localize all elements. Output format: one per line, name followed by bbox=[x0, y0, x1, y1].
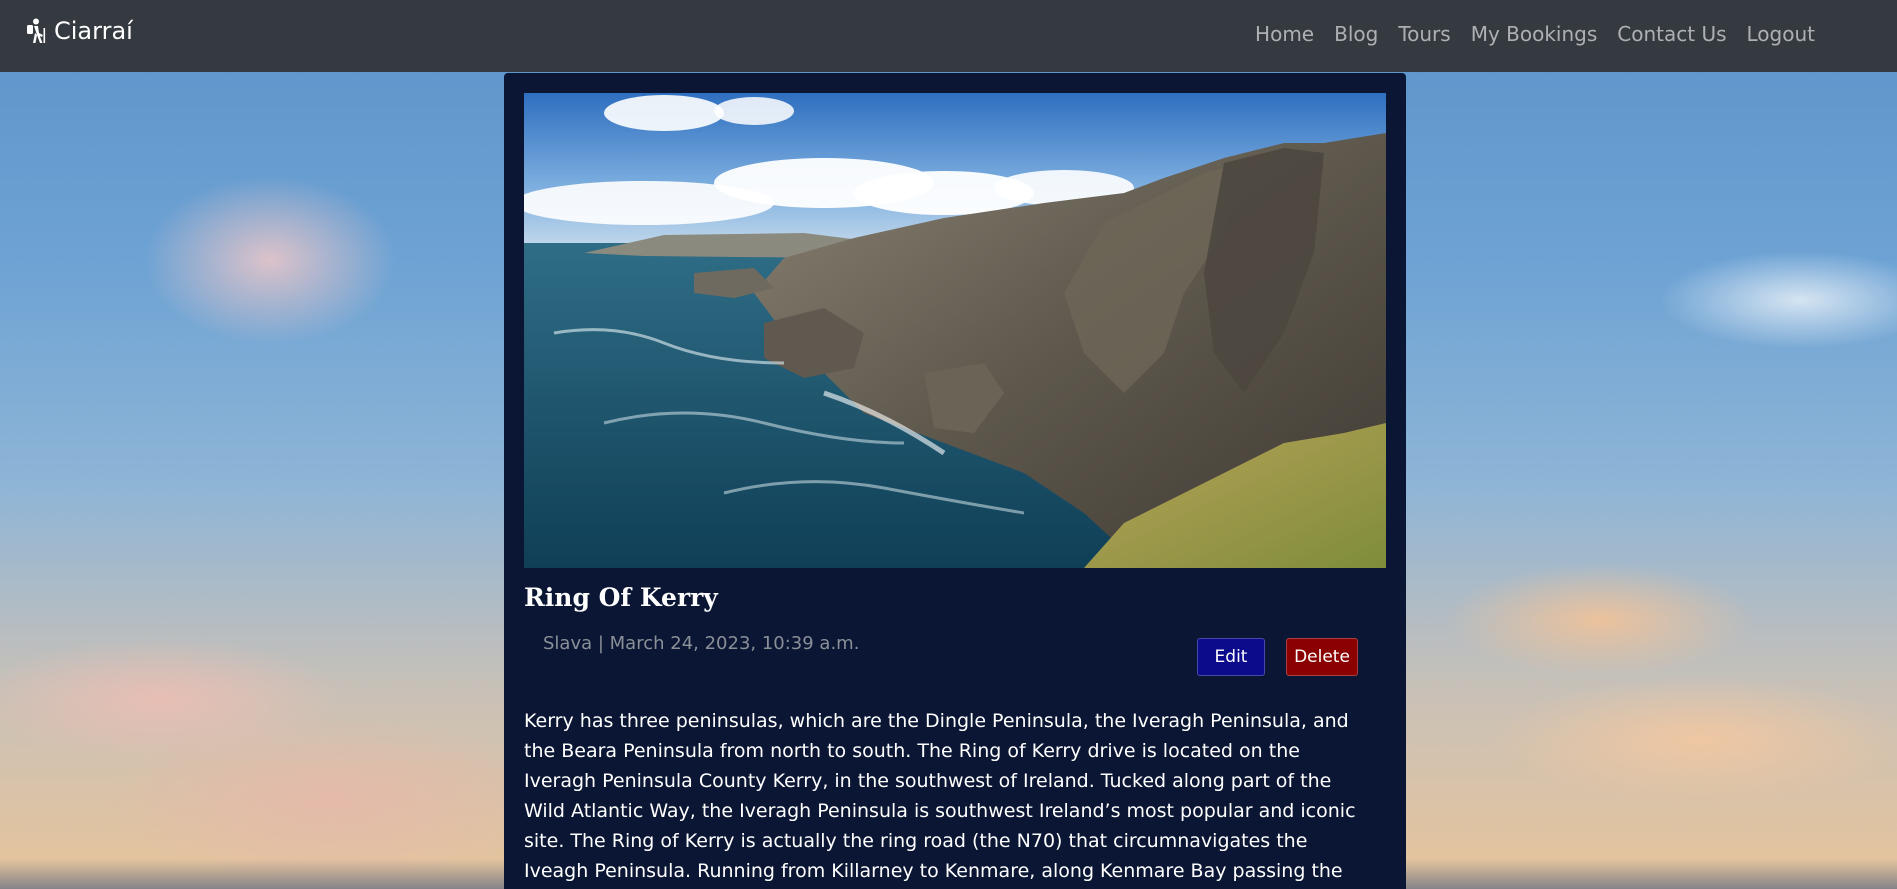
nav-link-logout[interactable]: Logout bbox=[1737, 20, 1825, 48]
post-card: Ring Of Kerry Slava | March 24, 2023, 10… bbox=[504, 73, 1406, 889]
post-title: Ring Of Kerry bbox=[524, 583, 718, 612]
navbar: Ciarraí Home Blog Tours My Bookings Cont… bbox=[0, 0, 1897, 72]
post-image bbox=[524, 93, 1386, 568]
nav-links: Home Blog Tours My Bookings Contact Us L… bbox=[1245, 20, 1825, 48]
post-body: Kerry has three peninsulas, which are th… bbox=[524, 710, 1356, 882]
edit-button[interactable]: Edit bbox=[1197, 638, 1265, 676]
hiking-icon bbox=[27, 18, 46, 43]
delete-button[interactable]: Delete bbox=[1286, 638, 1358, 676]
navbar-brand[interactable]: Ciarraí bbox=[24, 17, 133, 45]
nav-link-tours[interactable]: Tours bbox=[1388, 20, 1460, 48]
nav-link-home[interactable]: Home bbox=[1245, 20, 1324, 48]
nav-link-contact-us[interactable]: Contact Us bbox=[1607, 20, 1736, 48]
brand-name: Ciarraí bbox=[54, 17, 133, 45]
post-meta: Slava | March 24, 2023, 10:39 a.m. bbox=[543, 633, 860, 654]
nav-link-blog[interactable]: Blog bbox=[1324, 20, 1388, 48]
nav-link-my-bookings[interactable]: My Bookings bbox=[1461, 20, 1608, 48]
